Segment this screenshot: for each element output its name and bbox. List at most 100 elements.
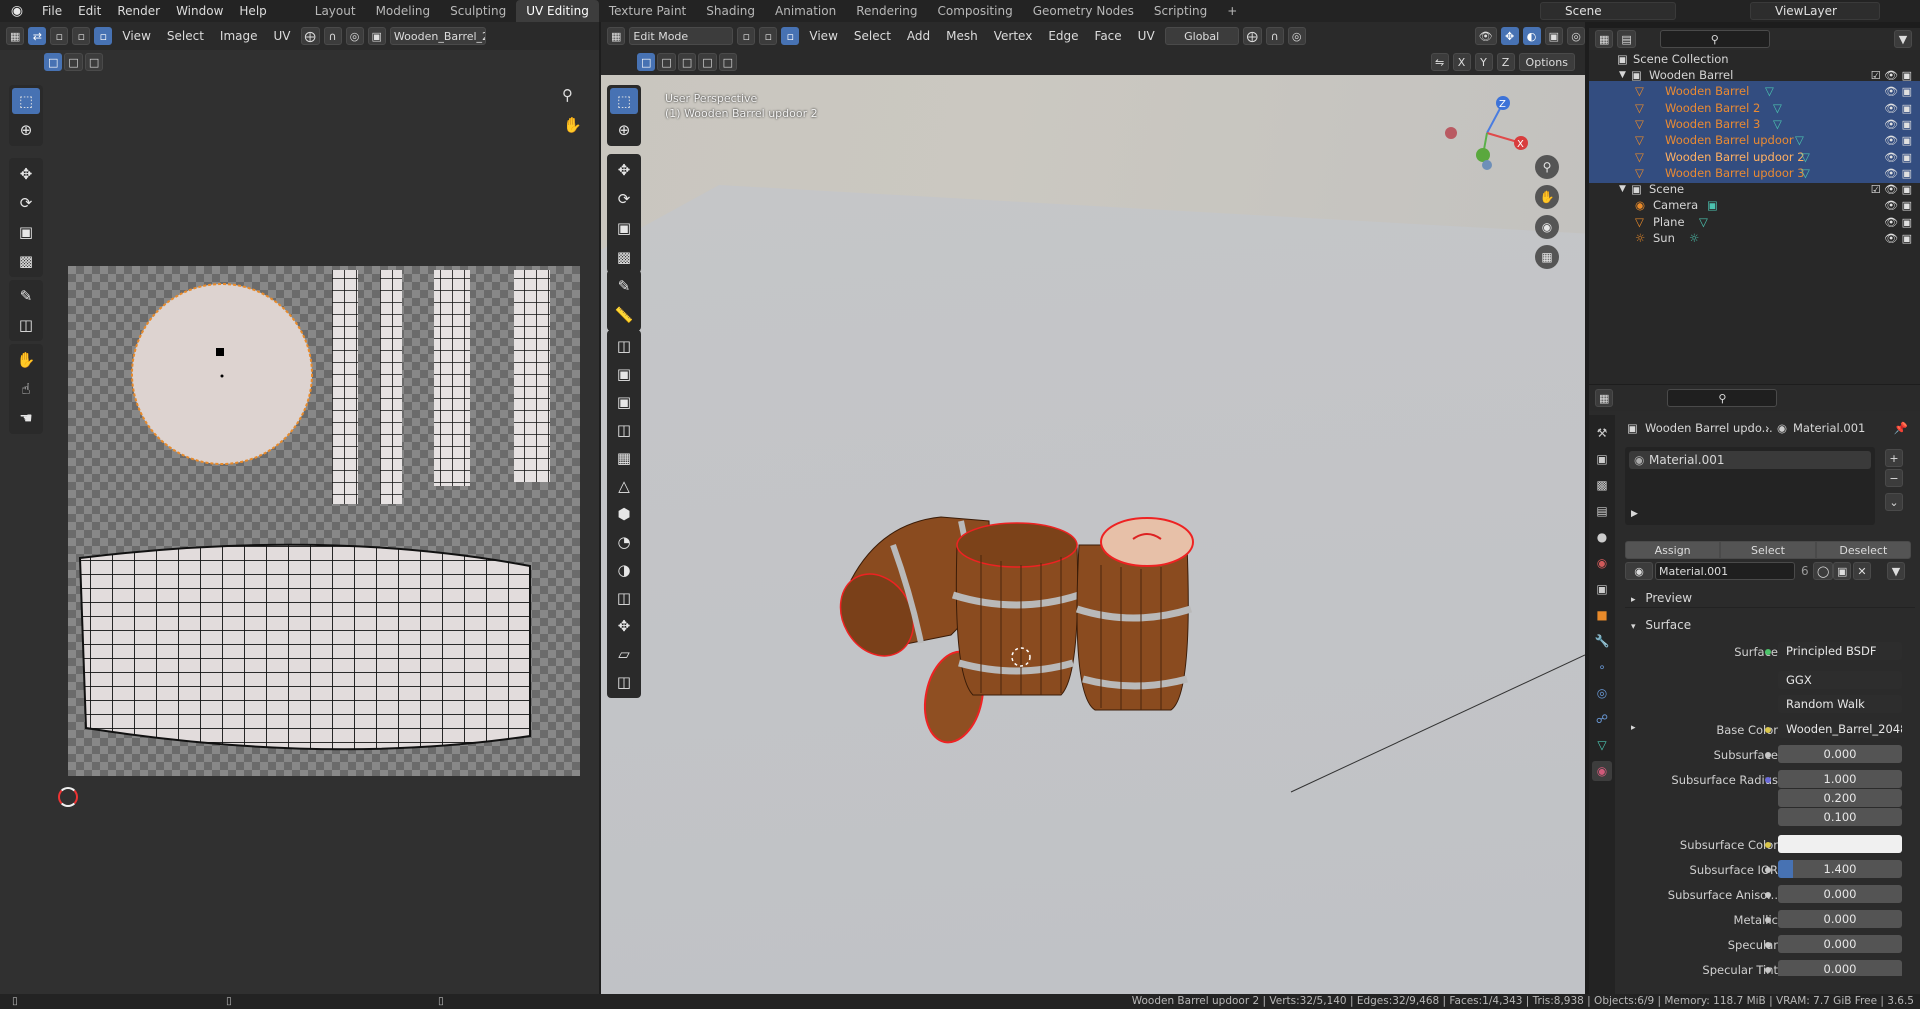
face-select-icon[interactable]: ▫ — [94, 27, 113, 45]
preview-panel-header[interactable]: ▸ Preview — [1625, 588, 1915, 608]
specular-field[interactable]: 0.000 — [1778, 935, 1902, 953]
cursor-icon[interactable]: ⊕ — [12, 117, 40, 143]
subsurface-radius-z-field[interactable]: 0.100 — [1778, 808, 1902, 826]
uv-image-canvas[interactable] — [68, 266, 580, 776]
scale-icon[interactable]: ▣ — [610, 215, 638, 241]
visibility-controls[interactable]: 👁 ▣ — [1884, 232, 1912, 245]
measure-icon[interactable]: 📏 — [610, 302, 638, 328]
outliner-search-input[interactable]: ⚲ — [1659, 30, 1770, 48]
constraints-icon[interactable]: ☍ — [1592, 709, 1612, 729]
relax-icon[interactable]: ☝ — [12, 376, 40, 402]
pivot-icon[interactable]: ⨁ — [300, 27, 320, 45]
add-slot-icon[interactable]: + — [1885, 449, 1903, 467]
visibility-controls[interactable]: 👁 ▣ — [1884, 216, 1912, 229]
slot-menu-icon[interactable]: ⌄ — [1885, 493, 1903, 511]
subsurface-radius-y-field[interactable]: 0.200 — [1778, 789, 1902, 807]
material-slot[interactable]: ◉ Material.001 — [1629, 451, 1871, 469]
material-browse-icon[interactable]: ◉ — [1625, 562, 1653, 580]
select-button[interactable]: Select — [1720, 541, 1816, 559]
vp-menu-uv[interactable]: UV — [1132, 29, 1161, 43]
shrink-fatten-icon[interactable]: ✥ — [610, 613, 638, 639]
transform-icon[interactable]: ▩ — [610, 244, 638, 270]
distribution-dropdown[interactable]: GGX — [1778, 671, 1902, 689]
expand-icon[interactable]: ▼ — [1619, 70, 1626, 80]
mirror-icon[interactable]: ⇋ — [1430, 53, 1449, 71]
image-browse-icon[interactable]: ▣ — [367, 27, 386, 45]
tab-uv-editing[interactable]: UV Editing — [516, 0, 599, 22]
move-icon[interactable]: ✥ — [610, 157, 638, 183]
tab-layout[interactable]: Layout — [305, 0, 366, 22]
camera-view-icon[interactable]: ◉ — [1535, 215, 1559, 239]
visibility-controls[interactable]: 👁 ▣ — [1884, 134, 1912, 147]
visibility-controls[interactable]: 👁 ▣ — [1884, 167, 1912, 180]
tab-modeling[interactable]: Modeling — [366, 0, 441, 22]
vp-menu-add[interactable]: Add — [901, 29, 936, 43]
physics-icon[interactable]: ◎ — [1592, 683, 1612, 703]
blender-logo-icon[interactable]: ◉ — [0, 3, 34, 19]
unlink-icon[interactable]: ✕ — [1853, 562, 1871, 580]
face-select-icon[interactable]: ▫ — [781, 27, 800, 45]
subsurface-aniso-field[interactable]: 0.000 — [1778, 885, 1902, 903]
tab-animation[interactable]: Animation — [765, 0, 846, 22]
vp-menu-mesh[interactable]: Mesh — [940, 29, 984, 43]
bevel-icon[interactable]: ◫ — [610, 417, 638, 443]
select-invert-icon[interactable]: □ — [698, 53, 717, 71]
move-icon[interactable]: ✥ — [12, 161, 40, 187]
select-box-icon[interactable]: ⬚ — [12, 88, 40, 114]
tab-shading[interactable]: Shading — [696, 0, 765, 22]
proportional-icon[interactable]: ◎ — [1287, 27, 1306, 45]
modifier-icon[interactable]: 🔧 — [1592, 631, 1612, 651]
vp-menu-face[interactable]: Face — [1089, 29, 1128, 43]
specular-tint-field[interactable]: 0.000 — [1778, 960, 1902, 976]
inset-icon[interactable]: ▣ — [610, 389, 638, 415]
menu-file[interactable]: File — [34, 4, 70, 18]
editor-type-icon[interactable]: ▦ — [1595, 30, 1614, 48]
material-name-field[interactable]: Material.001 — [1655, 562, 1795, 580]
metallic-field[interactable]: 0.000 — [1778, 910, 1902, 928]
world-icon[interactable]: ◉ — [1592, 553, 1612, 573]
visibility-controls[interactable]: 👁 ▣ — [1884, 118, 1912, 131]
select-extend-icon[interactable]: □ — [657, 53, 676, 71]
scene-icon[interactable]: ● — [1592, 527, 1612, 547]
collection-icon[interactable]: ▣ — [1592, 579, 1612, 599]
vertex-select-icon[interactable]: ▫ — [737, 27, 756, 45]
tab-scripting[interactable]: Scripting — [1144, 0, 1217, 22]
subsurface-radius-x-field[interactable]: 1.000 — [1778, 770, 1902, 788]
edge-slide-icon[interactable]: ◫ — [610, 585, 638, 611]
navigation-gizmo[interactable]: Z X — [1439, 91, 1539, 191]
sync-selection-icon[interactable]: ⇄ — [28, 27, 47, 45]
spin-icon[interactable]: ◔ — [610, 529, 638, 555]
annotate-icon[interactable]: ✎ — [12, 283, 40, 309]
image-name-field[interactable]: Wooden_Barrel_20 — [389, 27, 486, 45]
select-new-icon[interactable]: □ — [44, 53, 63, 71]
expand-icon[interactable]: ▸ — [1631, 723, 1636, 733]
3d-viewport[interactable]: User Perspective (1) Wooden Barrel updoo… — [601, 75, 1585, 994]
knife-icon[interactable]: △ — [610, 473, 638, 499]
vp-menu-vertex[interactable]: Vertex — [988, 29, 1039, 43]
uv-menu-uv[interactable]: UV — [268, 29, 297, 43]
vp-menu-select[interactable]: Select — [848, 29, 897, 43]
visibility-controls[interactable]: 👁 ▣ — [1884, 85, 1912, 98]
tab-texture-paint[interactable]: Texture Paint — [599, 0, 696, 22]
transform-icon[interactable]: ▩ — [12, 248, 40, 274]
tab-geometry-nodes[interactable]: Geometry Nodes — [1023, 0, 1144, 22]
ortho-grid-icon[interactable]: ▦ — [1535, 245, 1559, 269]
subsurface-method-dropdown[interactable]: Random Walk — [1778, 695, 1902, 713]
tab-compositing[interactable]: Compositing — [927, 0, 1022, 22]
vp-menu-edge[interactable]: Edge — [1042, 29, 1084, 43]
menu-edit[interactable]: Edit — [70, 4, 109, 18]
object-icon[interactable]: ■ — [1592, 605, 1612, 625]
zoom-icon[interactable]: ⚲ — [562, 86, 573, 104]
cursor-icon[interactable]: ⊕ — [610, 117, 638, 143]
axis-x-toggle[interactable]: X — [1452, 53, 1471, 71]
proportional-icon[interactable]: ◎ — [345, 27, 364, 45]
extrude-icon[interactable]: ▣ — [610, 361, 638, 387]
options-button[interactable]: Options — [1518, 53, 1575, 71]
select-subtract-icon[interactable]: □ — [677, 53, 697, 71]
pan-hand-icon[interactable]: ✋ — [1535, 185, 1559, 209]
axis-y-toggle[interactable]: Y — [1474, 53, 1493, 71]
mode-selector[interactable]: Edit Mode — [629, 27, 734, 45]
shading-wire-icon[interactable]: ◎ — [1567, 27, 1585, 45]
view-layer-selector[interactable]: ViewLayer — [1750, 2, 1880, 20]
view-layer-icon[interactable]: ▤ — [1592, 501, 1612, 521]
